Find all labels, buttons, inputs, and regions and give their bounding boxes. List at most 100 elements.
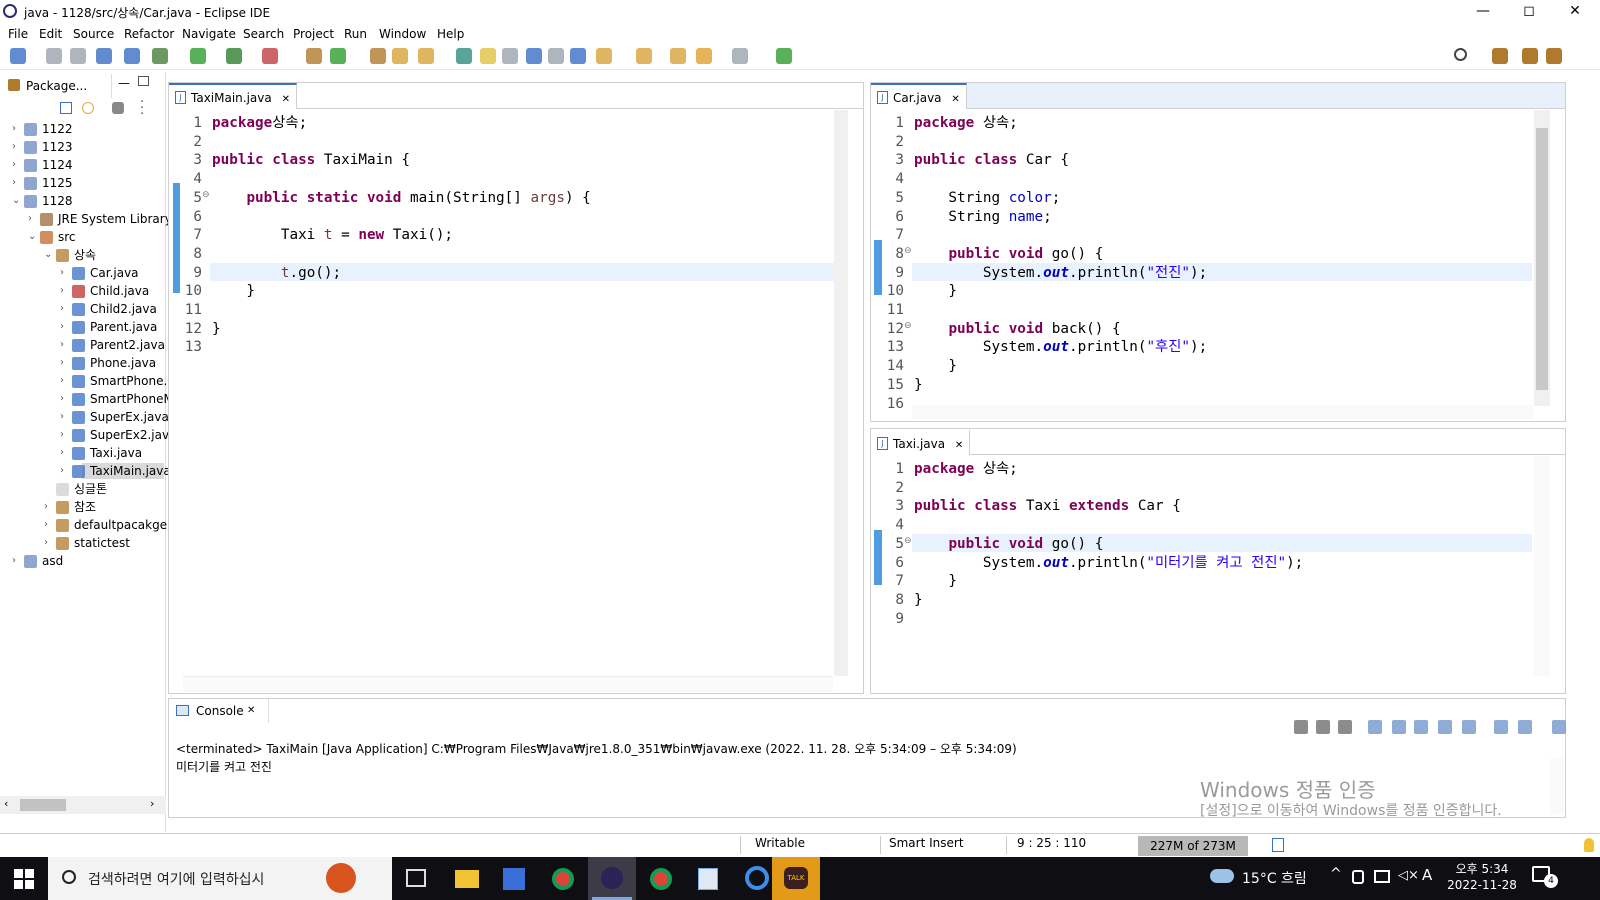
tab-car[interactable]: J Car.java ✕ [871,83,967,109]
expand-arrow-icon[interactable]: › [60,282,64,300]
car-vscroll-thumb[interactable] [1536,128,1548,390]
console-tab[interactable]: Console ✕ [169,699,269,723]
car-vscrollbar[interactable] [1534,110,1550,406]
expand-arrow-icon[interactable]: › [44,534,48,552]
tree-item[interactable]: › 1124 [0,156,164,174]
tree-item[interactable]: › Car.java [0,264,164,282]
expand-arrow-icon[interactable]: › [60,318,64,336]
expand-arrow-icon[interactable]: ⌄ [12,192,20,210]
menu-refactor[interactable]: Refactor [124,25,174,43]
debug-icon[interactable] [152,48,168,64]
expand-arrow-icon[interactable]: › [60,426,64,444]
display-selected-console-icon[interactable] [1518,720,1532,734]
volume-muted-icon[interactable]: ◁× [1398,868,1419,883]
word-wrap-icon[interactable] [1392,720,1406,734]
new-java-package-icon[interactable] [306,48,322,64]
fold-toggle-icon[interactable]: ⊖ [202,190,210,200]
clock-time[interactable]: 오후 5:34 [1450,860,1514,877]
tree-item[interactable]: › JRE System Library [0,210,172,228]
expand-arrow-icon[interactable]: › [60,462,64,480]
expand-arrow-icon[interactable]: › [12,552,16,570]
tree-item[interactable]: ⌄ src [0,228,164,246]
taskbar-search-box[interactable]: 검색하려면 여기에 입력하십시 [48,857,392,900]
toggle-word-wrap-icon[interactable] [502,48,518,64]
car-hscrollbar[interactable] [912,405,1534,419]
expand-arrow-icon[interactable]: › [60,444,64,462]
new-java-class-icon[interactable] [330,48,346,64]
taximain-hscrollbar[interactable] [183,676,833,692]
save-icon[interactable] [46,48,62,64]
menu-navigate[interactable]: Navigate [182,25,236,43]
expand-arrow-icon[interactable]: › [60,300,64,318]
external-tools-icon[interactable] [262,48,278,64]
clock-date[interactable]: 2022-11-28 [1446,878,1518,892]
menu-run[interactable]: Run [344,25,367,43]
tree-item[interactable]: › Child2.java [0,300,164,318]
skip-breakpoints-icon[interactable] [124,48,140,64]
tree-item[interactable]: › Parent2.java [0,336,165,354]
tree-item[interactable]: › defaultpacakge [0,516,167,534]
tab-taxi[interactable]: J Taxi.java ✕ [871,429,971,455]
file-explorer-icon[interactable] [455,870,479,888]
show-hidden-icons-icon[interactable]: ^ [1330,866,1342,882]
expand-arrow-icon[interactable]: › [60,372,64,390]
next-annotation-icon[interactable] [456,48,472,64]
task-view-icon[interactable] [406,869,426,887]
view-menu-icon[interactable]: · · · [140,96,144,121]
console-vscrollbar[interactable] [1550,758,1564,814]
close-button[interactable]: ✕ [1552,0,1598,24]
tree-item[interactable]: ⌄ 상속 [0,246,164,264]
expand-arrow-icon[interactable]: › [44,516,48,534]
maximize-button[interactable]: ◻ [1506,0,1552,24]
tree-item[interactable]: › statictest [0,534,164,552]
tree-item[interactable]: › Taxi.java [0,444,164,462]
expand-arrow-icon[interactable]: › [28,210,32,228]
tree-item[interactable]: › Parent.java [0,318,164,336]
new-icon[interactable] [10,48,26,64]
tree-item[interactable]: › 참조 [0,498,164,516]
notepad-icon[interactable] [698,868,718,890]
tree-item[interactable]: ⌄ 1128 [0,192,164,210]
tree-item[interactable]: › SuperEx2.java [0,426,176,444]
back-icon[interactable] [696,48,712,64]
open-task-icon[interactable] [392,48,408,64]
tree-item[interactable]: › 1123 [0,138,164,156]
menu-edit[interactable]: Edit [39,25,62,43]
minimize-button[interactable]: — [1460,0,1506,24]
tree-item[interactable]: › asd [0,552,164,570]
menu-search[interactable]: Search [243,25,284,43]
tree-item[interactable]: › SmartPhoneM [0,390,174,408]
tab-taximain[interactable]: J TaxiMain.java ✕ [169,83,297,109]
ime-indicator[interactable]: A [1422,866,1432,884]
explorer-hscroll-thumb[interactable] [20,799,66,811]
weather-text[interactable]: 15°C 흐림 [1242,868,1307,888]
open-perspective-icon[interactable] [1492,48,1508,64]
expand-arrow-icon[interactable]: › [12,138,16,156]
kakaotalk-taskbar-button[interactable]: TALK [772,857,820,900]
tab-close-icon[interactable]: ✕ [247,705,255,716]
network-icon[interactable] [1374,870,1390,883]
remove-all-launches-icon[interactable] [1338,720,1352,734]
last-edit-icon[interactable] [670,48,686,64]
pilcrow-icon[interactable] [570,48,586,64]
terminate-icon[interactable] [1294,720,1308,734]
remove-launch-icon[interactable] [1316,720,1330,734]
show-on-output-icon[interactable] [1438,720,1452,734]
expand-arrow-icon[interactable]: › [44,498,48,516]
global-search-icon[interactable] [1454,48,1467,61]
open-console-icon[interactable] [96,48,112,64]
collapse-all-icon[interactable] [60,102,72,114]
link-with-editor-icon[interactable] [82,102,94,114]
scroll-lock-icon[interactable] [1368,720,1382,734]
run-icon[interactable] [190,48,206,64]
tree-item[interactable]: › TaxiMain.java [0,462,171,480]
open-type-icon[interactable] [370,48,386,64]
expand-arrow-icon[interactable]: › [60,264,64,282]
minimize-view-icon[interactable]: — [118,76,130,90]
fold-toggle-icon[interactable]: ⊖ [904,536,912,546]
chrome-icon[interactable] [552,868,574,890]
prev-edit-icon[interactable] [636,48,652,64]
menu-file[interactable]: File [8,25,28,43]
fold-toggle-icon[interactable]: ⊖ [904,321,912,331]
tree-item[interactable]: › SuperEx.java [0,408,169,426]
